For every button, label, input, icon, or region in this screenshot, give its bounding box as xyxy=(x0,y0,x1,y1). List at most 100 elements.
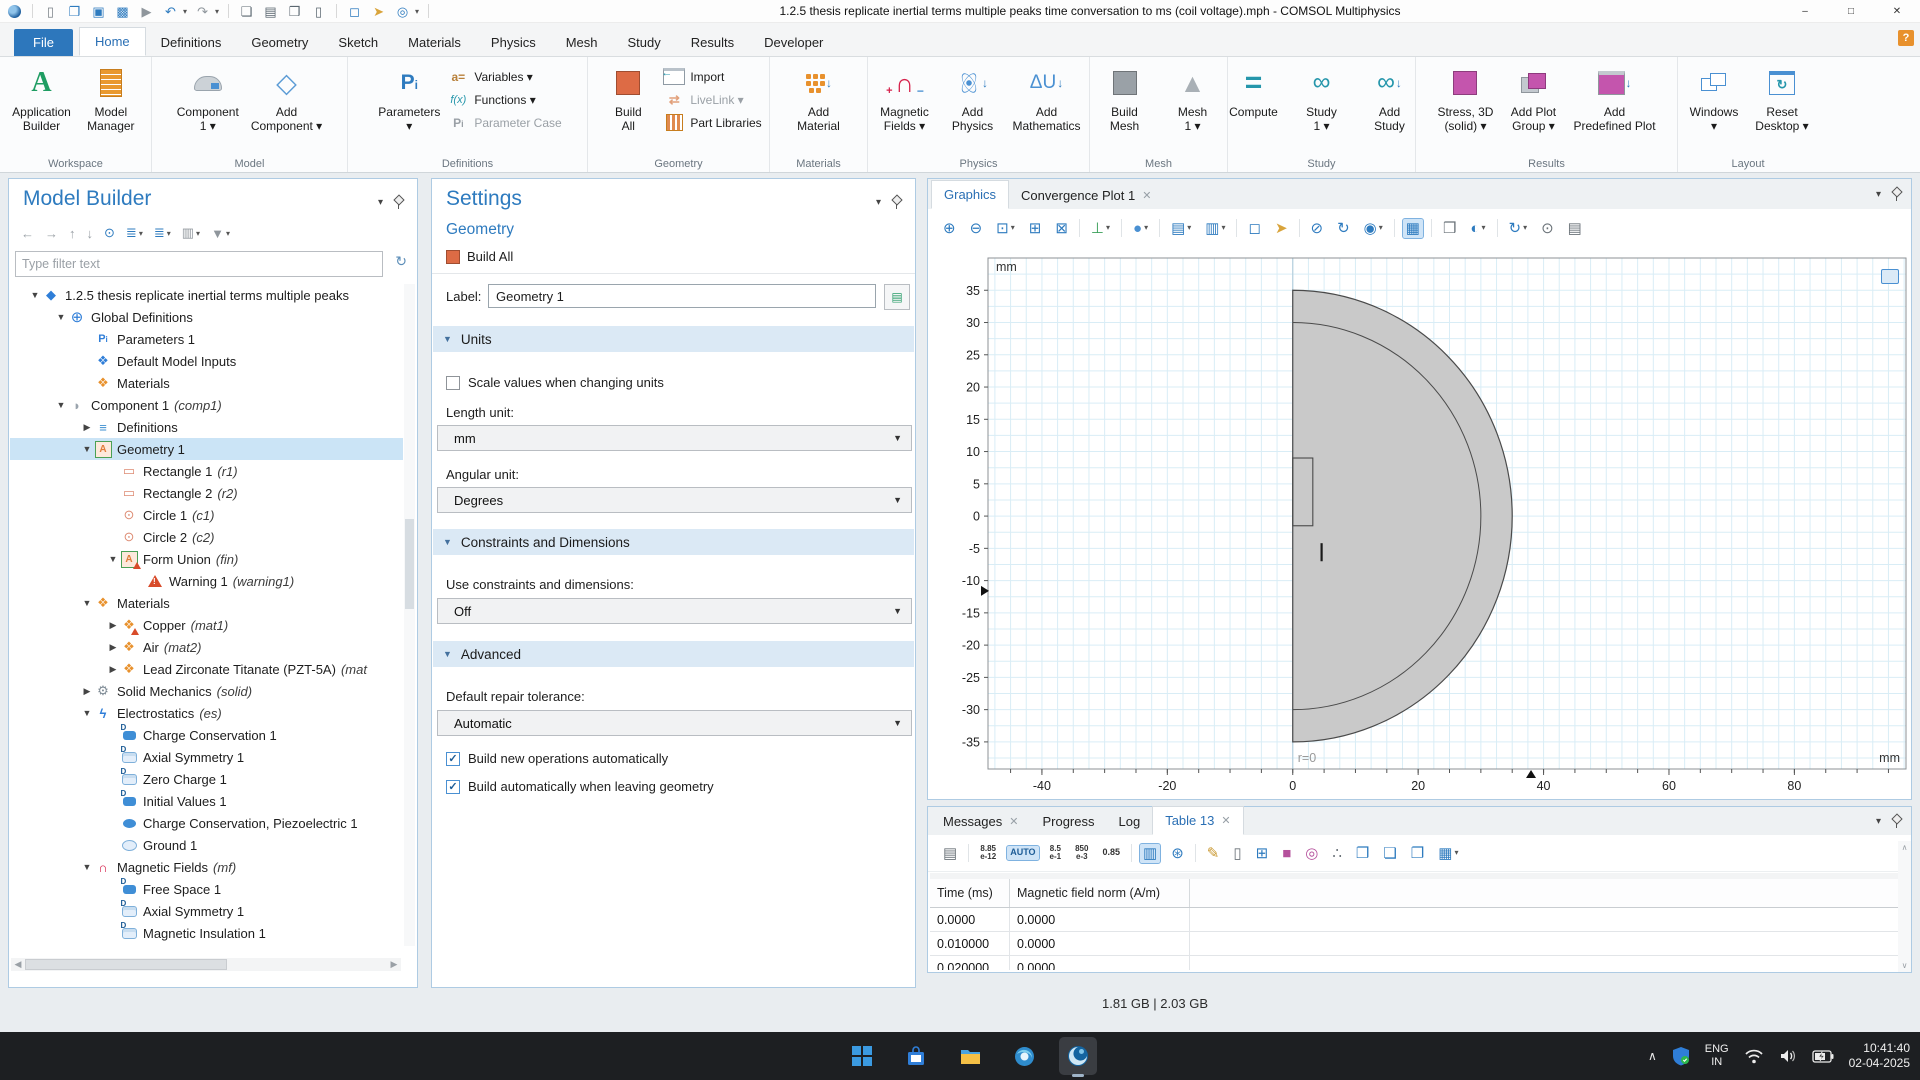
precision-e-12-button[interactable]: 8.85e-12 xyxy=(977,843,999,864)
scene-settings-icon[interactable]: ❒ xyxy=(1440,219,1459,238)
tree-item[interactable]: ▼⊕Global Definitions xyxy=(10,306,403,328)
build-all-action[interactable]: Build All xyxy=(446,249,513,264)
tree-item[interactable]: ▼◗Component 1(comp1) xyxy=(10,394,403,416)
stress-3d-button[interactable]: Stress, 3D (solid) ▾ xyxy=(1432,62,1498,135)
tab-mesh[interactable]: Mesh xyxy=(551,29,613,56)
scroll-down-icon[interactable]: ∨ xyxy=(1902,961,1908,970)
information-tab-log[interactable]: Log xyxy=(1107,808,1153,835)
chevron-right-icon[interactable]: ▶ xyxy=(106,642,120,653)
tree-item[interactable]: ▶≡Definitions xyxy=(10,416,403,438)
angular-unit-select[interactable]: Degrees ▼ xyxy=(437,487,912,513)
windows-button[interactable]: Windows ▾ xyxy=(1681,62,1747,135)
clock[interactable]: 10:41:40 02-04-2025 xyxy=(1849,1041,1910,1071)
component-1-button[interactable]: Component 1 ▾ xyxy=(172,62,244,135)
lighting-icon[interactable]: ◐▾ xyxy=(1467,219,1488,238)
copy-icon[interactable]: ❏ xyxy=(238,3,255,20)
close-button[interactable]: ✕ xyxy=(1874,0,1920,22)
polar-display-icon[interactable]: ⊛ xyxy=(1168,844,1187,863)
tree-horizontal-scrollbar[interactable]: ◀ ▶ xyxy=(11,958,401,971)
part-libraries-button[interactable]: Part Libraries xyxy=(663,112,761,133)
zoom-out-icon[interactable]: ⊖ xyxy=(967,219,986,238)
scale-values-checkbox[interactable]: ✓ Scale values when changing units xyxy=(446,375,664,390)
pin-icon[interactable] xyxy=(1891,187,1901,201)
table-row[interactable]: 0.0100000.0000 xyxy=(930,932,1909,956)
add-predefined-plot-button[interactable]: ↓ Add Predefined Plot xyxy=(1568,62,1660,135)
tree-item[interactable]: ▼❖Materials xyxy=(10,592,403,614)
tree-item[interactable]: ▶⚙Solid Mechanics(solid) xyxy=(10,680,403,702)
add-physics-button[interactable]: ↓ Add Physics xyxy=(939,62,1005,135)
panel-menu-icon[interactable]: ▾ xyxy=(378,197,383,208)
tree-item[interactable]: Charge Conservation 1 xyxy=(10,724,403,746)
build-all-button[interactable]: Build All xyxy=(595,62,661,135)
scroll-right-icon[interactable]: ▶ xyxy=(387,959,401,970)
table-column-header[interactable]: Magnetic field norm (A/m) xyxy=(1010,879,1190,907)
cell-color-icon[interactable]: ■ xyxy=(1279,844,1294,863)
radial-plot-icon[interactable]: ◎ xyxy=(1302,844,1321,863)
tree-item[interactable]: ▼AForm Union(fin) xyxy=(10,548,403,570)
copy-selection-icon[interactable]: ❐ xyxy=(1408,844,1427,863)
information-tab-progress[interactable]: Progress xyxy=(1030,808,1106,835)
tree-item[interactable]: ▭Rectangle 1(r1) xyxy=(10,460,403,482)
delete-item-icon[interactable]: ▯ xyxy=(310,3,327,20)
tree-item[interactable]: ▶❖Lead Zirconate Titanate (PZT-5A)(mat xyxy=(10,658,403,680)
maximize-button[interactable]: □ xyxy=(1828,0,1874,22)
chevron-right-icon[interactable]: ▶ xyxy=(106,620,120,631)
tab-developer[interactable]: Developer xyxy=(749,29,838,56)
functions-button[interactable]: f(x) Functions ▾ xyxy=(447,89,561,110)
collapse-icon[interactable]: ≣▾ xyxy=(126,225,143,241)
tree-item[interactable]: Zero Charge 1 xyxy=(10,768,403,790)
study-1-button[interactable]: ∞ Study 1 ▾ xyxy=(1289,62,1355,135)
chevron-down-icon[interactable]: ▼ xyxy=(80,598,94,608)
tab-sketch[interactable]: Sketch xyxy=(323,29,393,56)
units-section-header[interactable]: ▼ Units xyxy=(433,326,914,352)
tree-item[interactable]: ▶❖Copper(mat1) xyxy=(10,614,403,636)
rotate-view-icon[interactable]: ↻ xyxy=(1334,219,1353,238)
table-column-header[interactable]: Time (ms) xyxy=(930,879,1010,907)
scroll-left-icon[interactable]: ◀ xyxy=(11,959,25,970)
compute-button[interactable]: = Compute xyxy=(1221,62,1287,121)
length-unit-select[interactable]: mm ▼ xyxy=(437,425,912,451)
tree-item[interactable]: Initial Values 1 xyxy=(10,790,403,812)
delete-row-icon[interactable]: ▯ xyxy=(1230,844,1244,863)
comsol-logo-icon[interactable] xyxy=(6,3,23,20)
tree-item[interactable]: ▼ϟElectrostatics(es) xyxy=(10,702,403,724)
mesh-1-button[interactable]: ▲ Mesh 1 ▾ xyxy=(1160,62,1226,135)
start-button[interactable] xyxy=(843,1037,881,1075)
tree-item[interactable]: Axial Symmetry 1 xyxy=(10,746,403,768)
zoom-in-icon[interactable]: ⊕ xyxy=(940,219,959,238)
redo-icon[interactable]: ↷ xyxy=(194,3,211,20)
variables-button[interactable]: a= Variables ▾ xyxy=(447,66,561,87)
pin-icon[interactable] xyxy=(891,195,901,209)
zoom-selected-icon[interactable]: ⊠ xyxy=(1052,219,1071,238)
snapshot-icon[interactable]: ⊙ xyxy=(1538,219,1557,238)
duplicate-icon[interactable]: ❒ xyxy=(286,3,303,20)
tab-study[interactable]: Study xyxy=(613,29,676,56)
build-automatically-checkbox[interactable]: ✓ Build automatically when leaving geome… xyxy=(446,779,714,794)
tab-geometry[interactable]: Geometry xyxy=(236,29,323,56)
advanced-section-header[interactable]: ▼ Advanced xyxy=(433,641,914,667)
tree-item[interactable]: ❖Default Model Inputs xyxy=(10,350,403,372)
tree-item[interactable]: ▼AGeometry 1 xyxy=(10,438,403,460)
pin-icon[interactable] xyxy=(393,195,403,209)
tree-item[interactable]: Warning 1(warning1) xyxy=(10,570,403,592)
pin-icon[interactable] xyxy=(1891,814,1901,828)
refresh-icon[interactable]: ↻ xyxy=(395,253,407,270)
table-display-icon[interactable]: ▥ xyxy=(1140,844,1160,863)
reset-desktop-button[interactable]: ↻ Reset Desktop ▾ xyxy=(1749,62,1815,135)
scroll-up-icon[interactable]: ∧ xyxy=(1902,843,1908,852)
columns-icon[interactable]: ▥▾ xyxy=(182,225,200,241)
table-row[interactable]: 0.00000.0000 xyxy=(930,908,1909,932)
table-format-icon[interactable]: ▦▾ xyxy=(1435,844,1461,863)
new-file-icon[interactable]: ▯ xyxy=(42,3,59,20)
tray-expand-icon[interactable]: ∧ xyxy=(1648,1049,1657,1063)
filter-input[interactable] xyxy=(16,257,382,271)
chevron-right-icon[interactable]: ▶ xyxy=(80,686,94,697)
select-frame-icon[interactable]: ◻ xyxy=(346,3,363,20)
browser-button[interactable] xyxy=(1005,1037,1043,1075)
tree-item[interactable]: ❖Materials xyxy=(10,372,403,394)
table-row[interactable]: 0.0200000.0000 xyxy=(930,956,1909,970)
print-icon[interactable]: ▤ xyxy=(1565,219,1585,238)
image-icon[interactable]: ▤▾ xyxy=(1168,219,1194,238)
label-input[interactable]: Geometry 1 xyxy=(488,284,876,308)
zoom-box-icon[interactable]: ⊡▾ xyxy=(993,219,1018,238)
